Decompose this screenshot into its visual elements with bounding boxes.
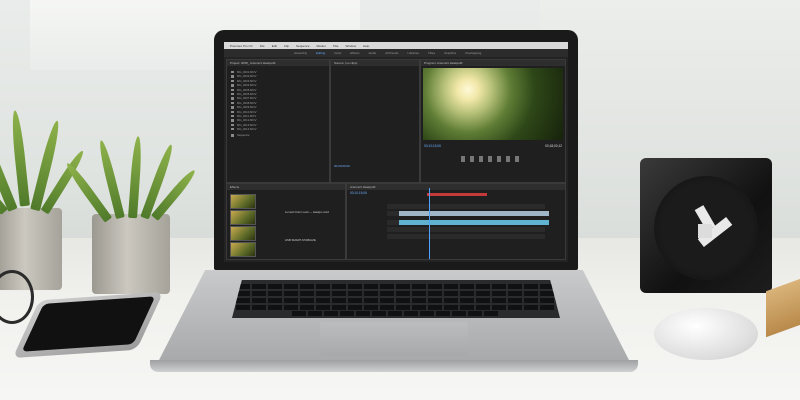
workspace-bar: Assembly Editing Color Effects Audio All…	[224, 49, 568, 57]
clip-thumbnail	[230, 210, 256, 225]
program-timecode-right: 00;18;00;12	[545, 144, 562, 148]
source-panel-tab[interactable]: Source: (no clips)	[331, 60, 419, 66]
workspace-libraries[interactable]: Libraries	[408, 51, 420, 55]
program-panel-title: Program: AntonioV.HaskpoM	[421, 60, 565, 66]
workspace-overlapping[interactable]: Overlapping	[465, 51, 481, 55]
file-list: MG_0001.MOV MG_0002.MOV MG_0003.MOV MG_0004…	[227, 66, 329, 131]
menu-sequence[interactable]: Sequence	[296, 44, 310, 48]
video-clip[interactable]	[399, 211, 549, 216]
menu-bar: Premiere Pro CC File Edit Clip Sequence …	[224, 42, 568, 49]
clip-thumbnail	[230, 226, 256, 241]
plant-middle-pot	[92, 214, 170, 294]
menu-help[interactable]: Help	[363, 44, 369, 48]
playhead[interactable]	[429, 188, 430, 259]
workspace-effects[interactable]: Effects	[350, 51, 359, 55]
in-out-range	[427, 193, 487, 196]
workspace-editing[interactable]: Editing	[316, 51, 325, 55]
workspace-assembly[interactable]: Assembly	[294, 51, 307, 55]
program-timecode-left: 00;10;15;06	[424, 144, 441, 148]
workspace-titles[interactable]: Titles	[428, 51, 435, 55]
clock-center	[698, 224, 712, 238]
menu-marker[interactable]: Marker	[317, 44, 326, 48]
menu-clip[interactable]: Clip	[284, 44, 289, 48]
audio-track[interactable]	[387, 227, 545, 232]
menu-edit[interactable]: Edit	[272, 44, 277, 48]
clip-thumbnail	[230, 242, 256, 257]
laptop-screen: Premiere Pro CC File Edit Clip Sequence …	[224, 42, 568, 262]
effects-panel-tab[interactable]: Effects	[227, 184, 345, 190]
workspace-all-panels[interactable]: All Panels	[385, 51, 398, 55]
desk-clock	[640, 158, 772, 293]
effects-panel: Effects Lumetri Color Look — Haskpo vivi…	[226, 183, 346, 260]
workspace-graphics[interactable]: Graphics	[444, 51, 456, 55]
source-panel: Source: (no clips) 00;00;00;00	[330, 59, 420, 183]
program-panel: Program: AntonioV.HaskpoM 00;10;15;06 00…	[420, 59, 566, 183]
clip-thumbnail	[230, 194, 256, 209]
menu-file[interactable]: File	[260, 44, 265, 48]
timeline-timecode: 00;10;15;06	[350, 191, 367, 195]
workspace-color[interactable]: Color	[334, 51, 341, 55]
clock-face	[654, 176, 758, 280]
app-title: Premiere Pro CC	[230, 43, 253, 48]
laptop-front-edge	[150, 360, 638, 372]
program-monitor-video	[423, 68, 563, 140]
clip-label: HSB SMART-STABILIZE	[285, 238, 316, 242]
timeline-tab[interactable]: AntonioV.HaskpoM	[347, 184, 565, 190]
program-transport-controls[interactable]	[461, 156, 521, 162]
project-panel: Project: 0058_ AntonioV.HaskpoM MG_0001.…	[226, 59, 330, 183]
audio-clip[interactable]	[399, 220, 549, 225]
computer-mouse	[654, 308, 758, 360]
menu-title[interactable]: Title	[333, 44, 339, 48]
source-timecode: 00;00;00;00	[334, 164, 350, 168]
audio-track[interactable]	[387, 234, 545, 239]
menu-window[interactable]: Window	[345, 44, 356, 48]
sequence-item[interactable]: Sequence	[227, 133, 329, 137]
keyboard	[232, 280, 560, 318]
clip-note: Lumetri Color Look — Haskpo vivid	[285, 210, 329, 214]
trackpad	[320, 322, 468, 356]
workspace-audio[interactable]: Audio	[369, 51, 377, 55]
phone-screen	[21, 296, 156, 352]
file-item[interactable]: MG_0014.MOV	[227, 127, 329, 131]
timeline-panel: AntonioV.HaskpoM 00;10;15;06	[346, 183, 566, 260]
video-track[interactable]	[387, 204, 545, 209]
